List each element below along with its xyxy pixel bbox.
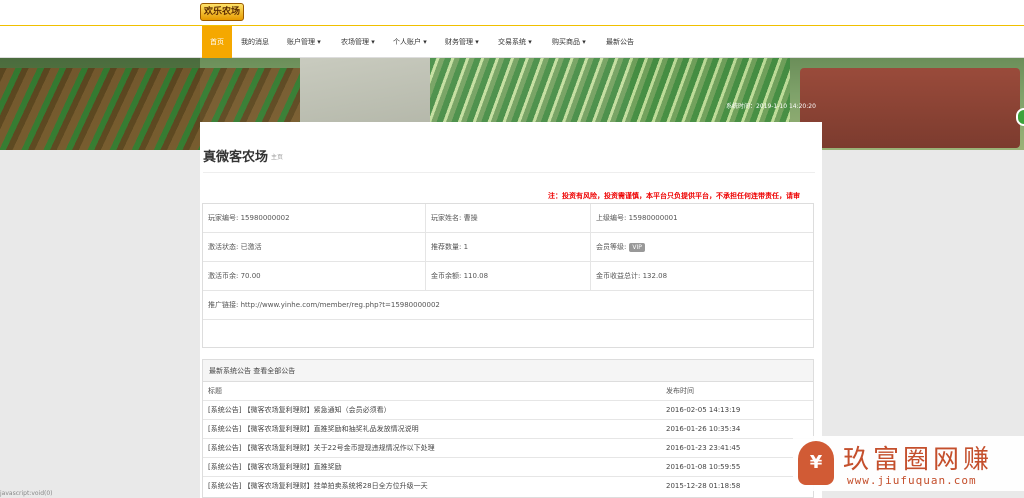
gold-balance: 金币余额: 110.08 bbox=[426, 262, 591, 291]
table-row[interactable]: [系统公告] 【微客农场复利理财】挂单拍卖系统将28日全方位升级一天 2015-… bbox=[203, 476, 813, 496]
nav-personal-account[interactable]: 个人账户 ▾ bbox=[385, 26, 435, 58]
main-nav: 首页 我的消息 账户管理 ▾ 农场管理 ▾ 个人账户 ▾ 财务管理 ▾ 交易系统… bbox=[0, 26, 1024, 58]
row-date: 2015-12-28 01:18:58 bbox=[666, 482, 741, 490]
money-bag-icon: ¥ bbox=[798, 441, 834, 485]
table-row[interactable]: [系统公告] 【微客农场复利理财】紧急通知（会员必须看） 2016-02-05 … bbox=[203, 400, 813, 420]
empty-row bbox=[203, 320, 813, 349]
risk-notice: 注：投资有风险，投资需谨慎，本平台只负提供平台，不承担任何连带责任，请审 bbox=[548, 192, 800, 200]
row-date: 2016-01-26 10:35:34 bbox=[666, 425, 741, 433]
side-float-icon[interactable] bbox=[1016, 108, 1024, 126]
player-name: 玩家姓名: 曹操 bbox=[426, 204, 591, 233]
announcements-header[interactable]: 最新系统公告 查看全部公告 bbox=[203, 360, 813, 382]
system-time: 系统时间：2019-1-10 14:20:20 bbox=[726, 103, 816, 110]
activation-status: 激活状态: 已激活 bbox=[203, 233, 426, 262]
nav-farm-manage[interactable]: 农场管理 ▾ bbox=[333, 26, 383, 58]
account-info-table: 玩家编号: 15980000002 玩家姓名: 曹操 上级编号: 1598000… bbox=[202, 203, 814, 348]
nav-account-manage[interactable]: 账户管理 ▾ bbox=[279, 26, 329, 58]
site-logo[interactable]: 欢乐农场 bbox=[200, 3, 245, 21]
announcements-panel: 最新系统公告 查看全部公告 标题 发布时间 [系统公告] 【微客农场复利理财】紧… bbox=[202, 359, 814, 498]
watermark: ¥ 玖富圈网赚 www.jiufuquan.com bbox=[793, 436, 1024, 491]
referral-count: 推荐数量: 1 bbox=[426, 233, 591, 262]
row-title[interactable]: [系统公告] 【微客农场复利理财】关于22号金币提现违规情况作以下处理 bbox=[208, 439, 435, 458]
vip-badge: VIP bbox=[629, 243, 645, 252]
nav-home[interactable]: 首页 bbox=[202, 26, 232, 58]
nav-finance[interactable]: 财务管理 ▾ bbox=[437, 26, 487, 58]
banner-house bbox=[800, 68, 1020, 148]
row-date: 2016-02-05 14:13:19 bbox=[666, 406, 741, 414]
row-date: 2016-01-23 23:41:45 bbox=[666, 444, 741, 452]
parent-id: 上级编号: 15980000001 bbox=[591, 204, 813, 233]
table-row[interactable]: [系统公告] 【微客农场复利理财】直推奖励 2016-01-08 10:59:5… bbox=[203, 457, 813, 477]
top-bar: 欢乐农场 bbox=[0, 0, 1024, 26]
nav-announcements[interactable]: 最新公告 bbox=[598, 26, 642, 58]
nav-trading[interactable]: 交易系统 ▾ bbox=[490, 26, 540, 58]
col-title: 标题 bbox=[208, 387, 222, 395]
player-id: 玩家编号: 15980000002 bbox=[203, 204, 426, 233]
table-row[interactable]: [系统公告] 【微客农场复利理财】关于22号金币提现违规情况作以下处理 2016… bbox=[203, 438, 813, 458]
status-bar-text: javascript:void(0) bbox=[0, 490, 53, 497]
row-date: 2016-01-08 10:59:55 bbox=[666, 463, 741, 471]
page-subtitle: 主页 bbox=[271, 154, 284, 161]
nav-messages[interactable]: 我的消息 bbox=[233, 26, 277, 58]
activation-coins: 激活币余: 70.00 bbox=[203, 262, 426, 291]
row-title[interactable]: [系统公告] 【微客农场复利理财】直推奖励 bbox=[208, 458, 342, 477]
member-level: 会员等级: VIP bbox=[591, 233, 813, 262]
row-title[interactable]: [系统公告] 【微客农场复利理财】挂单拍卖系统将28日全方位升级一天 bbox=[208, 477, 428, 496]
referral-link[interactable]: 推广链接: http://www.yinhe.com/member/reg.ph… bbox=[203, 291, 813, 320]
table-row[interactable]: [系统公告] 【微客农场复利理财】直推奖励和抽奖礼品发放情况说明 2016-01… bbox=[203, 419, 813, 439]
page-title: 真微客农场 bbox=[203, 150, 269, 165]
row-title[interactable]: [系统公告] 【微客农场复利理财】直推奖励和抽奖礼品发放情况说明 bbox=[208, 420, 419, 439]
nav-shop[interactable]: 购买商品 ▾ bbox=[544, 26, 594, 58]
watermark-text: 玖富圈网赚 bbox=[843, 445, 994, 475]
divider bbox=[203, 172, 815, 173]
watermark-url: www.jiufuquan.com bbox=[847, 474, 977, 487]
gold-income-total: 金币收益总计: 132.08 bbox=[591, 262, 813, 291]
col-date: 发布时间 bbox=[666, 387, 694, 395]
member-level-label: 会员等级: bbox=[596, 243, 627, 251]
row-title[interactable]: [系统公告] 【微客农场复利理财】紧急通知（会员必须看） bbox=[208, 401, 391, 420]
